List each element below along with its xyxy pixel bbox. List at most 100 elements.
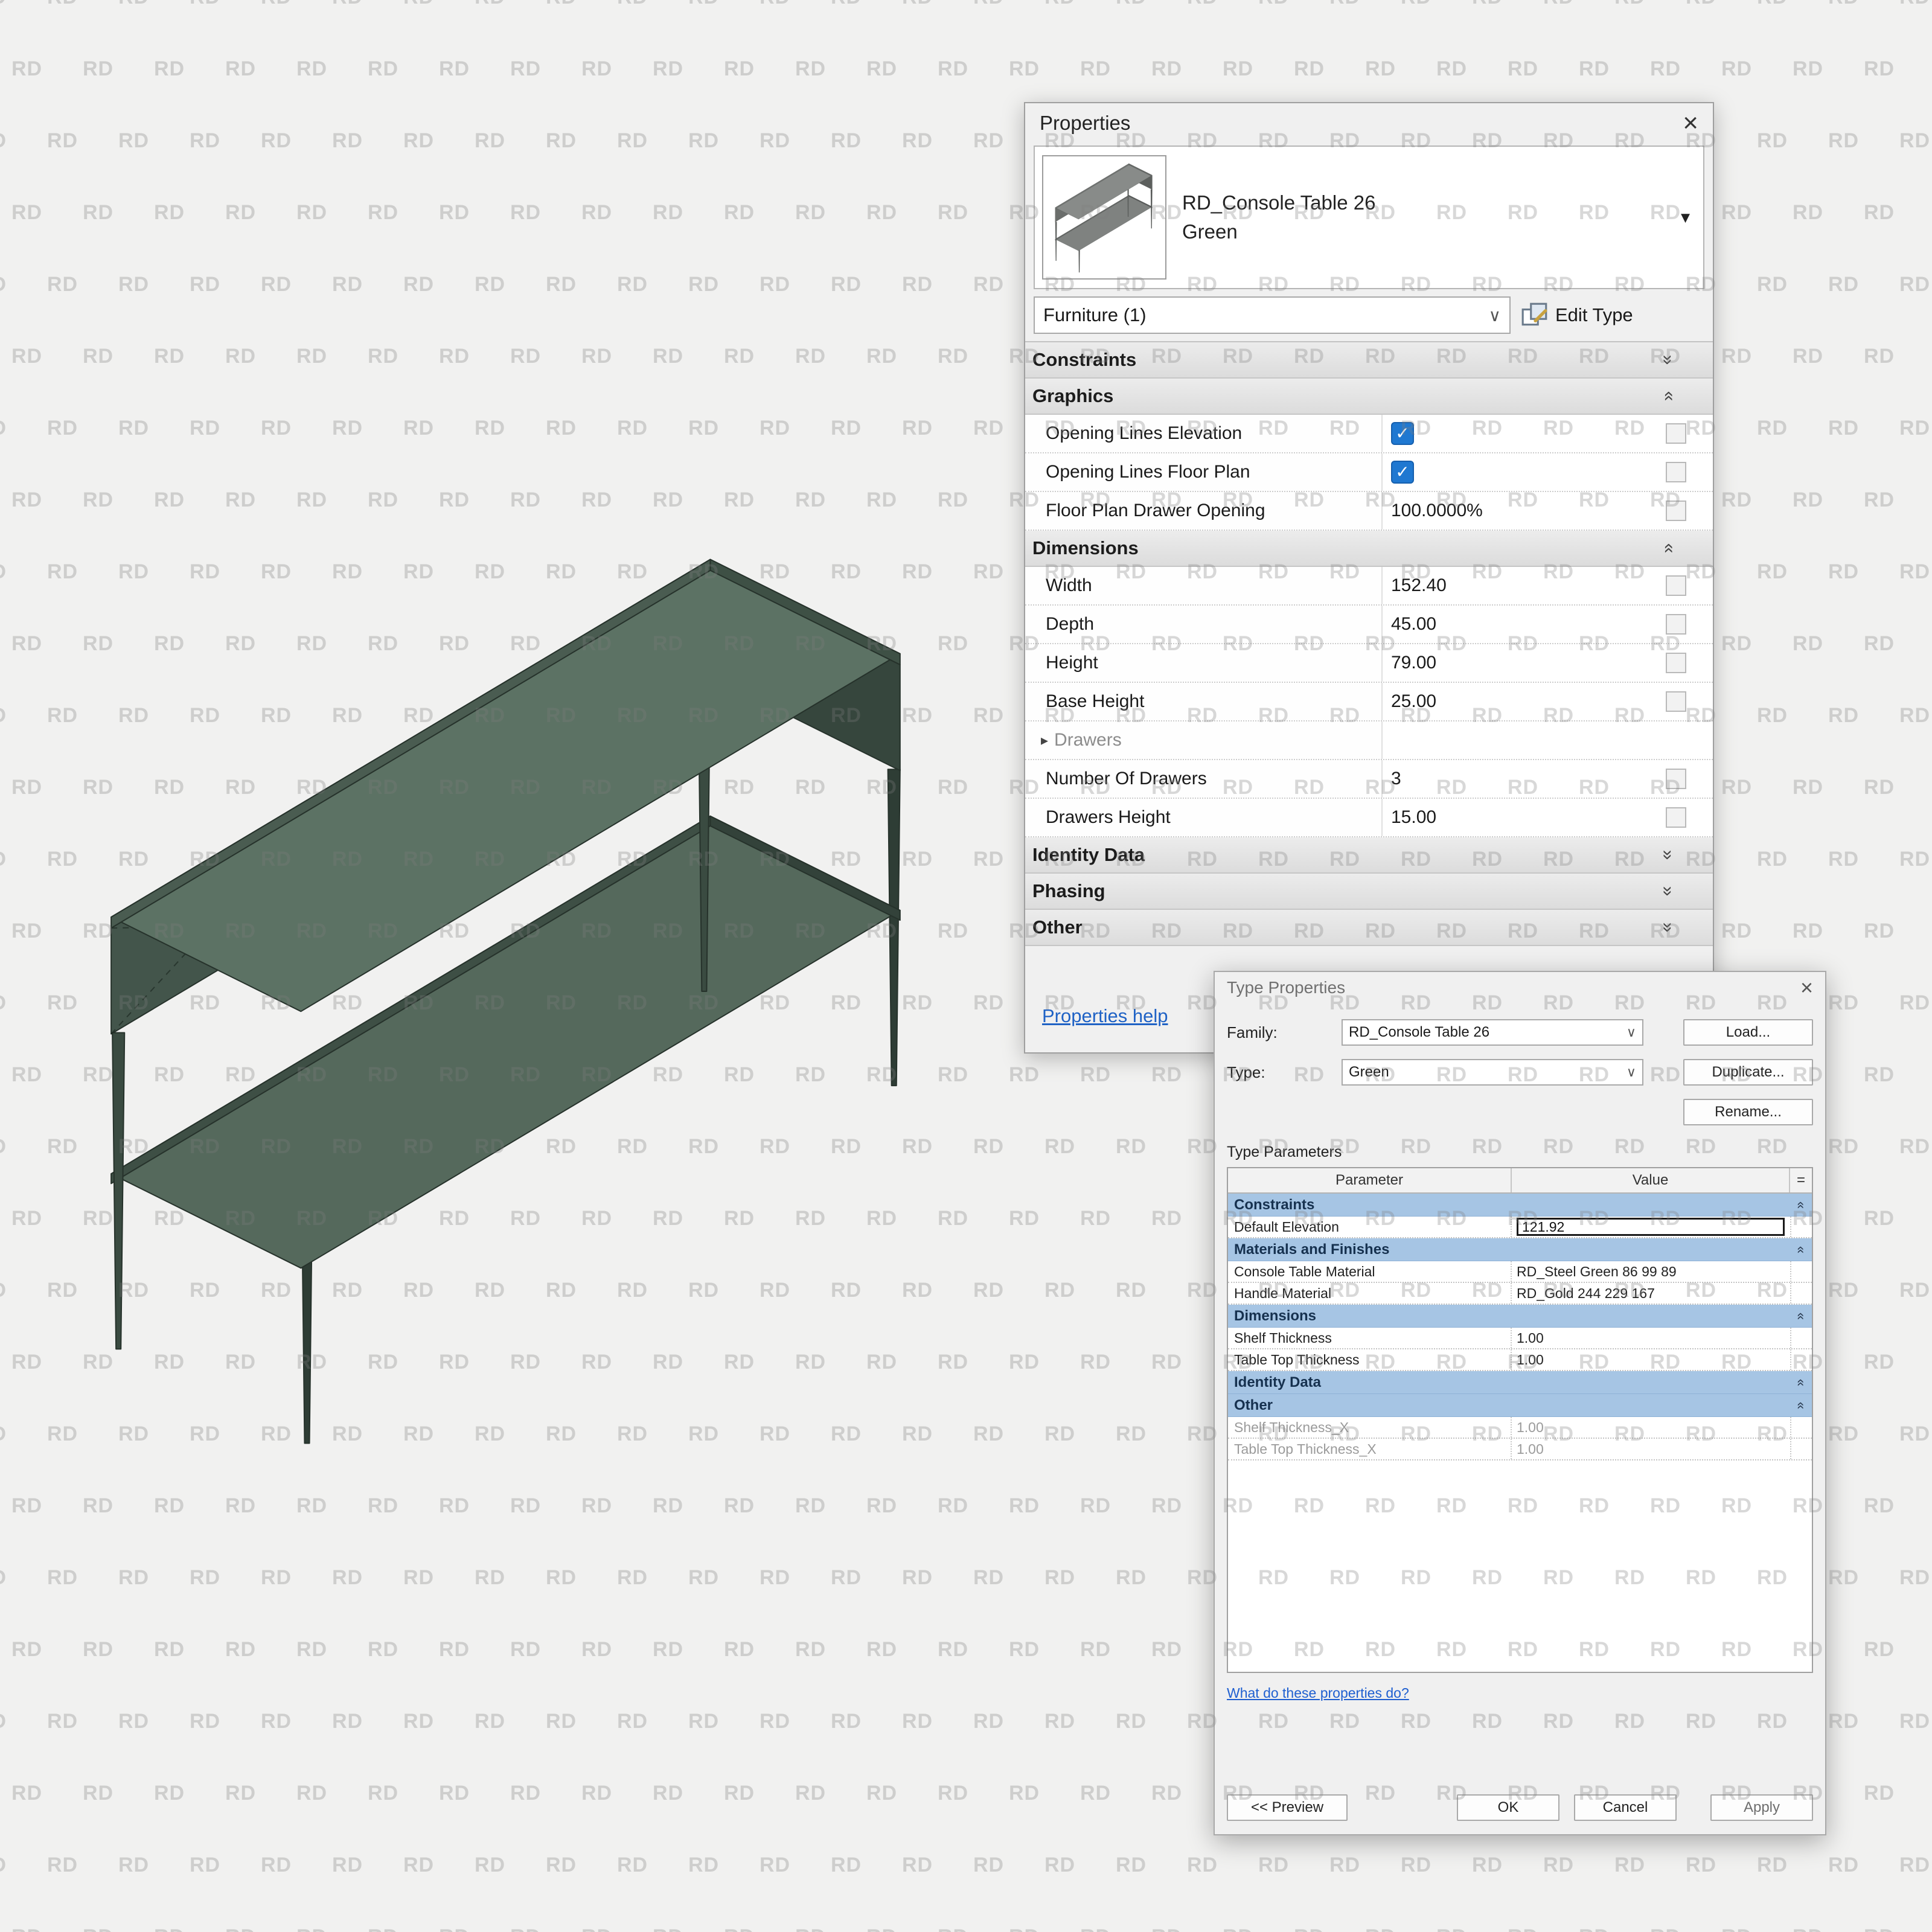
type-param-row-default-elevation: Default Elevation121.92 xyxy=(1228,1217,1812,1238)
property-row-base-height: Base Height25.00 xyxy=(1025,683,1713,721)
type-preview[interactable]: RD_Console Table 26 Green ▾ xyxy=(1034,146,1704,289)
watermark-text: RD xyxy=(47,1422,78,1446)
parameter-value[interactable]: 1.00 xyxy=(1512,1349,1790,1370)
ok-button[interactable]: OK xyxy=(1457,1794,1559,1821)
watermark-text: RD xyxy=(296,1782,327,1805)
type-selector-caret-icon[interactable]: ▾ xyxy=(1681,207,1690,228)
watermark-text: RD xyxy=(760,129,790,153)
watermark-text: RD xyxy=(0,1854,7,1877)
property-value[interactable]: 152.40 xyxy=(1383,567,1639,604)
watermark-text: RD xyxy=(225,57,256,81)
close-icon[interactable]: × xyxy=(1683,110,1698,136)
apply-button[interactable]: Apply xyxy=(1710,1794,1813,1821)
watermark-text: RD xyxy=(0,1279,7,1302)
parameter-value[interactable]: RD_Steel Green 86 99 89 xyxy=(1512,1261,1790,1282)
chevron-double-down-icon[interactable]: » xyxy=(1658,355,1678,365)
type-param-group-constraints[interactable]: Constraints» xyxy=(1228,1194,1812,1217)
edit-type-label: Edit Type xyxy=(1555,304,1633,326)
property-group-dimensions[interactable]: Dimensions» xyxy=(1025,531,1713,567)
preview-button[interactable]: << Preview xyxy=(1227,1794,1348,1821)
property-value[interactable]: 15.00 xyxy=(1383,799,1639,836)
property-group-phasing[interactable]: Phasing» xyxy=(1025,874,1713,910)
property-value[interactable]: ✓ xyxy=(1383,415,1639,452)
associate-parameter-button[interactable] xyxy=(1666,691,1686,712)
console-table-image xyxy=(103,537,918,1455)
close-icon[interactable]: × xyxy=(1800,977,1813,999)
property-group-constraints[interactable]: Constraints» xyxy=(1025,342,1713,379)
property-value[interactable]: ✓ xyxy=(1383,453,1639,491)
duplicate-button[interactable]: Duplicate... xyxy=(1683,1059,1813,1086)
parameter-value[interactable]: 1.00 xyxy=(1512,1328,1790,1348)
parameter-value[interactable]: 1.00 xyxy=(1512,1439,1790,1459)
properties-help-link[interactable]: Properties help xyxy=(1042,1005,1168,1027)
parameter-value[interactable]: RD_Gold 244 229 167 xyxy=(1512,1283,1790,1303)
property-value[interactable]: 3 xyxy=(1383,760,1639,798)
focused-value-input[interactable]: 121.92 xyxy=(1517,1218,1785,1236)
watermark-text: RD xyxy=(938,1351,968,1374)
property-group-identity-data[interactable]: Identity Data» xyxy=(1025,837,1713,874)
watermark-text: RD xyxy=(1401,0,1431,9)
type-combo[interactable]: Green ∨ xyxy=(1342,1059,1643,1086)
associate-parameter-button[interactable] xyxy=(1666,462,1686,482)
filter-combo[interactable]: Furniture (1) ∨ xyxy=(1034,296,1511,334)
edit-type-button[interactable]: Edit Type xyxy=(1520,301,1633,330)
chevron-double-down-icon[interactable]: » xyxy=(1658,923,1678,933)
chevron-double-up-icon[interactable]: » xyxy=(1792,1246,1808,1253)
watermark-text: RD xyxy=(1044,1854,1075,1877)
property-row-opening-lines-elevation: Opening Lines Elevation✓ xyxy=(1025,415,1713,453)
watermark-text: RD xyxy=(1080,1351,1111,1374)
associate-parameter-button[interactable] xyxy=(1666,575,1686,596)
property-value[interactable]: 45.00 xyxy=(1383,606,1639,643)
chevron-double-up-icon[interactable]: » xyxy=(1658,391,1678,401)
chevron-double-down-icon[interactable]: » xyxy=(1658,886,1678,897)
watermark-text: RD xyxy=(47,0,78,9)
type-param-group-dimensions[interactable]: Dimensions» xyxy=(1228,1305,1812,1328)
watermark-text: RD xyxy=(1401,1854,1431,1877)
family-combo[interactable]: RD_Console Table 26 ∨ xyxy=(1342,1019,1643,1046)
checkbox-opening-lines-floor-plan[interactable]: ✓ xyxy=(1391,461,1414,484)
watermark-text: RD xyxy=(83,1494,114,1518)
type-properties-help-link[interactable]: What do these properties do? xyxy=(1227,1685,1409,1701)
property-value[interactable]: 100.0000% xyxy=(1383,492,1639,529)
chevron-double-up-icon[interactable]: » xyxy=(1792,1378,1808,1386)
associate-parameter-button[interactable] xyxy=(1666,807,1686,828)
chevron-double-up-icon[interactable]: » xyxy=(1792,1201,1808,1208)
type-param-group-materials-and-finishes[interactable]: Materials and Finishes» xyxy=(1228,1238,1812,1261)
watermark-text: RD xyxy=(1614,0,1645,9)
checkbox-opening-lines-elevation[interactable]: ✓ xyxy=(1391,422,1414,445)
column-header-value[interactable]: Value xyxy=(1512,1168,1790,1192)
load-button[interactable]: Load... xyxy=(1683,1019,1813,1046)
property-group-graphics[interactable]: Graphics» xyxy=(1025,379,1713,415)
property-value[interactable]: 25.00 xyxy=(1383,683,1639,720)
watermark-text: RD xyxy=(83,345,114,368)
type-param-group-other[interactable]: Other» xyxy=(1228,1394,1812,1417)
type-param-group-identity-data[interactable]: Identity Data» xyxy=(1228,1371,1812,1394)
watermark-text: RD xyxy=(688,1710,719,1733)
watermark-text: RD xyxy=(475,1710,505,1733)
chevron-double-up-icon[interactable]: » xyxy=(1792,1312,1808,1319)
associate-parameter-button[interactable] xyxy=(1666,769,1686,789)
watermark-text: RD xyxy=(760,1710,790,1733)
parameter-value[interactable]: 1.00 xyxy=(1512,1417,1790,1438)
parameter-value[interactable]: 121.92 xyxy=(1512,1217,1790,1237)
watermark-text: RD xyxy=(11,632,42,656)
associate-parameter-button[interactable] xyxy=(1666,423,1686,444)
associate-parameter-button[interactable] xyxy=(1666,501,1686,521)
property-value[interactable]: 79.00 xyxy=(1383,644,1639,682)
chevron-double-up-icon[interactable]: » xyxy=(1792,1401,1808,1409)
family-label: Family: xyxy=(1227,1023,1342,1042)
chevron-double-down-icon[interactable]: » xyxy=(1658,850,1678,860)
watermark-text: RD xyxy=(261,1854,292,1877)
column-header-parameter[interactable]: Parameter xyxy=(1228,1168,1512,1192)
watermark-text: RD xyxy=(510,1925,541,1932)
associate-parameter-button[interactable] xyxy=(1666,653,1686,673)
property-group-other[interactable]: Other» xyxy=(1025,910,1713,946)
chevron-double-up-icon[interactable]: » xyxy=(1658,543,1678,554)
associate-parameter-button[interactable] xyxy=(1666,614,1686,635)
watermark-text: RD xyxy=(1864,488,1895,512)
property-row-floor-plan-drawer-opening: Floor Plan Drawer Opening100.0000% xyxy=(1025,492,1713,531)
cancel-button[interactable]: Cancel xyxy=(1574,1794,1677,1821)
rename-button[interactable]: Rename... xyxy=(1683,1099,1813,1125)
watermark-text: RD xyxy=(1294,57,1325,81)
parameter-name: Console Table Material xyxy=(1228,1261,1512,1282)
